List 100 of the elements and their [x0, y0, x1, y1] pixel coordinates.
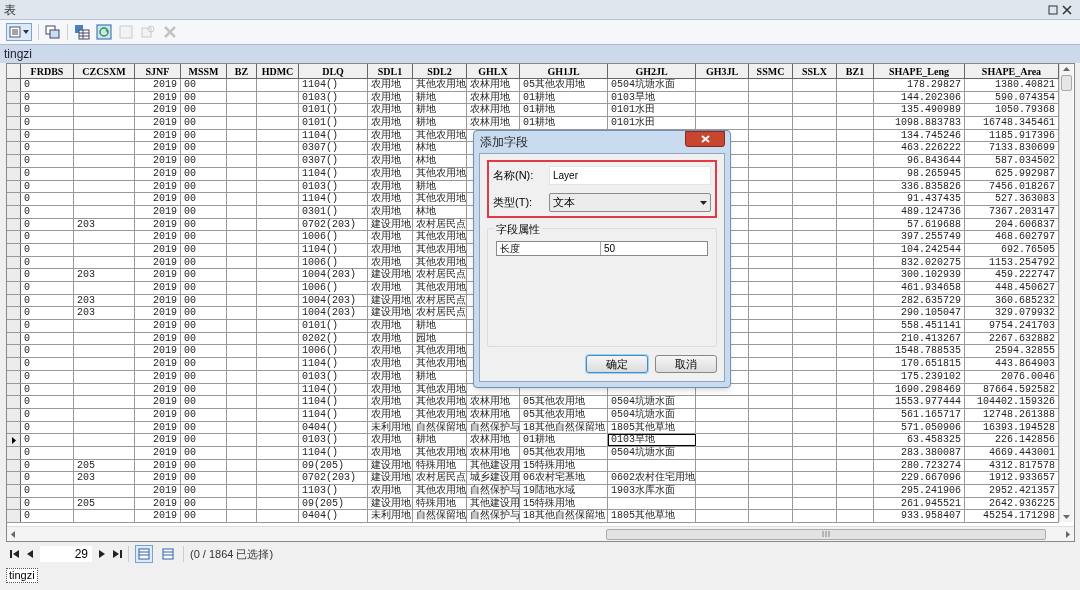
table-cell: 2019: [135, 358, 181, 370]
column-header[interactable]: BZ1: [837, 64, 874, 78]
column-header[interactable]: BZ: [227, 64, 257, 78]
table-cell: 2019: [135, 332, 181, 345]
column-header[interactable]: CZCSXM: [74, 64, 135, 78]
table-cell: 00: [181, 243, 227, 256]
close-button[interactable]: [685, 131, 725, 147]
table-tab[interactable]: tingzi: [6, 568, 38, 583]
column-header[interactable]: DLQ: [299, 64, 368, 78]
table-cell: 489.124736: [874, 205, 965, 218]
table-cell: 建设用地: [368, 218, 413, 231]
column-header[interactable]: MSSM: [181, 64, 227, 78]
table-cell: 特殊用地: [413, 459, 467, 472]
table-cell: 农用地: [368, 282, 413, 294]
related-tables-icon[interactable]: [45, 24, 61, 40]
close-icon[interactable]: [1062, 4, 1072, 15]
table-cell: 1690.298469: [874, 383, 965, 396]
table-cell: 0307(): [299, 155, 368, 167]
table-cell: 农用地: [368, 193, 413, 205]
table-cell: 农用地: [368, 231, 413, 243]
table-cell: 205: [74, 459, 135, 472]
column-header[interactable]: SHAPE_Leng: [874, 64, 965, 78]
column-header[interactable]: GH1JL: [520, 64, 608, 78]
table-cell: 1006(): [299, 256, 368, 269]
table-cell: 2019: [135, 167, 181, 180]
table-cell: 0: [21, 434, 74, 446]
scroll-thumb[interactable]: [1061, 75, 1072, 91]
table-cell: 未利用地: [368, 510, 413, 523]
scroll-down-icon[interactable]: [1063, 515, 1070, 519]
vertical-scrollbar[interactable]: [1059, 64, 1073, 522]
table-cell: 1098.883783: [874, 117, 965, 129]
table-options-button[interactable]: [6, 23, 32, 41]
column-header[interactable]: SSLX: [793, 64, 837, 78]
ok-button[interactable]: 确定: [586, 355, 648, 373]
table-cell: 其他农用地: [413, 485, 467, 497]
table-cell: 2019: [135, 396, 181, 408]
table-cell: 1805其他草地: [608, 510, 696, 523]
scroll-up-icon[interactable]: [1063, 67, 1070, 71]
table-cell: 561.165717: [874, 408, 965, 421]
column-header[interactable]: SDL2: [413, 64, 467, 78]
switch-selection-icon[interactable]: [96, 24, 112, 40]
table-cell: 其他农用地: [413, 129, 467, 142]
table-cell: 1104(): [299, 383, 368, 396]
first-record-icon[interactable]: [10, 550, 20, 558]
column-header[interactable]: GH3JL: [696, 64, 749, 78]
table-cell: 1553.977444: [874, 396, 965, 408]
table-cell: 耕地: [413, 104, 467, 117]
table-cell: 2019: [135, 218, 181, 231]
table-cell: 2019: [135, 142, 181, 155]
cancel-button[interactable]: 取消: [655, 355, 717, 373]
column-header[interactable]: HDMC: [257, 64, 299, 78]
column-header[interactable]: SJNF: [135, 64, 181, 78]
table-cell: 2019: [135, 205, 181, 218]
record-field[interactable]: 29: [40, 546, 92, 562]
table-cell: 210.413267: [874, 332, 965, 345]
next-record-icon[interactable]: [98, 550, 106, 558]
column-header[interactable]: SSMC: [749, 64, 793, 78]
type-dropdown[interactable]: 文本: [549, 193, 711, 212]
table-cell: 农用地: [368, 91, 413, 104]
column-header[interactable]: FRDBS: [21, 64, 74, 78]
table-cell: 耕地: [413, 370, 467, 383]
table-cell: 203: [74, 472, 135, 484]
table-cell: 耕地: [413, 91, 467, 104]
selected-records-button[interactable]: [159, 545, 177, 563]
table-cell: 0: [21, 332, 74, 345]
table-cell: 00: [181, 129, 227, 142]
table-cell: 00: [181, 485, 227, 497]
table-cell: 461.934658: [874, 282, 965, 294]
row-selector[interactable]: [7, 434, 21, 446]
horizontal-scrollbar[interactable]: [7, 526, 1074, 541]
last-record-icon[interactable]: [112, 550, 122, 558]
column-header[interactable]: GH2JL: [608, 64, 696, 78]
table-cell: 1004(203): [299, 294, 368, 307]
scroll-right-icon[interactable]: [1066, 530, 1070, 538]
column-header[interactable]: GHLX: [467, 64, 520, 78]
restore-icon[interactable]: [1048, 4, 1058, 15]
list-icon: [9, 26, 21, 38]
column-header[interactable]: SDL1: [368, 64, 413, 78]
table-cell: 0101水田: [608, 104, 696, 117]
table-cell: 104.242544: [874, 243, 965, 256]
table-cell: 0301(): [299, 205, 368, 218]
table-cell: 2019: [135, 129, 181, 142]
property-value[interactable]: 50: [601, 242, 707, 255]
scroll-left-icon[interactable]: [11, 530, 15, 538]
table-cell: 00: [181, 180, 227, 193]
table-cell: 00: [181, 383, 227, 396]
table-cell: 0: [21, 282, 74, 294]
table-cell: 282.635729: [874, 294, 965, 307]
all-records-button[interactable]: [135, 545, 153, 563]
table-cell: 0: [21, 243, 74, 256]
previous-record-icon[interactable]: [26, 550, 34, 558]
table-cell: 0: [21, 218, 74, 231]
table-cell: 0702(203): [299, 218, 368, 231]
table-cell: 1104(): [299, 167, 368, 180]
table-cell: 建设用地: [368, 294, 413, 307]
table-cell: 农林用地: [467, 396, 520, 408]
table-cell: 2019: [135, 91, 181, 104]
table-icon[interactable]: [74, 24, 90, 40]
table-cell: 2019: [135, 421, 181, 434]
name-field[interactable]: Layer: [549, 166, 711, 185]
